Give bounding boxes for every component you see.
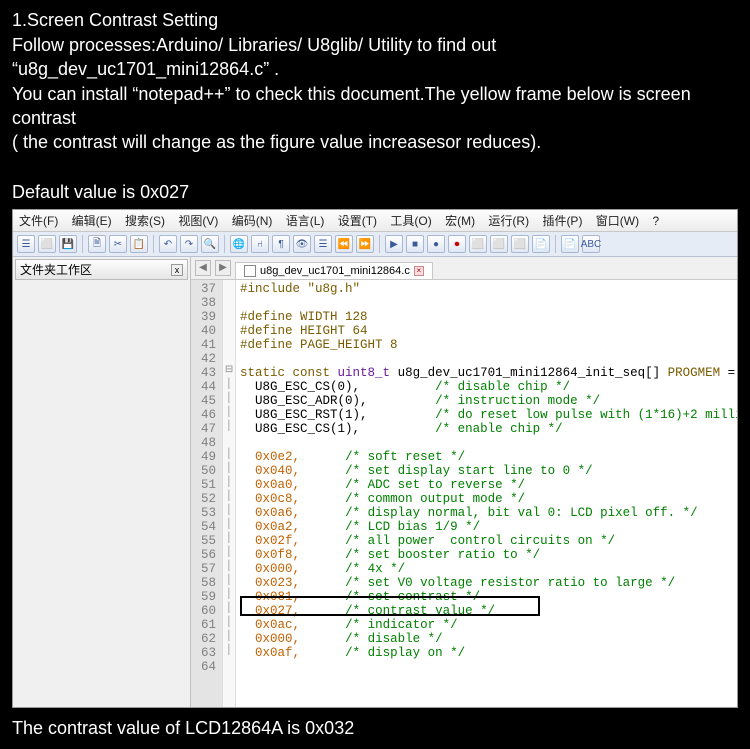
menu-search[interactable]: 搜索(S) xyxy=(125,214,165,228)
notepadpp-window: 文件(F) 编辑(E) 搜索(S) 视图(V) 编码(N) 语言(L) 设置(T… xyxy=(12,209,738,708)
tab-filename: u8g_dev_uc1701_mini12864.c xyxy=(260,265,410,277)
toolbar-button[interactable]: ☰ xyxy=(314,235,332,253)
section-title: 1.Screen Contrast Setting xyxy=(12,10,738,31)
toolbar-button[interactable]: 🌐 xyxy=(230,235,248,253)
toolbar-button[interactable]: 📄 xyxy=(532,235,550,253)
menu-run[interactable]: 运行(R) xyxy=(488,214,529,228)
toolbar-button[interactable]: ⬜ xyxy=(38,235,56,253)
intro-text: 1.Screen Contrast Setting Follow process… xyxy=(0,0,750,154)
menu-lang[interactable]: 语言(L) xyxy=(286,214,325,228)
menu-macro[interactable]: 宏(M) xyxy=(445,214,475,228)
toolbar-button[interactable]: ● xyxy=(427,235,445,253)
toolbar-button[interactable]: ⏺ xyxy=(448,235,466,253)
toolbar-button[interactable]: ↶ xyxy=(159,235,177,253)
editor-main: ◀ ▶ u8g_dev_uc1701_mini12864.c × 37 38 3… xyxy=(191,257,737,707)
menu-settings[interactable]: 设置(T) xyxy=(338,214,377,228)
folder-workspace-panel: 文件夹工作区 x xyxy=(13,257,191,707)
menu-view[interactable]: 视图(V) xyxy=(178,214,218,228)
file-icon xyxy=(244,265,256,277)
menu-encoding[interactable]: 编码(N) xyxy=(232,214,273,228)
tab-nav-back[interactable]: ◀ xyxy=(195,260,211,276)
toolbar-button[interactable]: 🗎 xyxy=(88,235,106,253)
toolbar-button[interactable]: ■ xyxy=(406,235,424,253)
toolbar-button[interactable]: ⏩ xyxy=(356,235,374,253)
footer-note: The contrast value of LCD12864A is 0x032 xyxy=(0,708,750,749)
intro-line3: ( the contrast will change as the figure… xyxy=(12,130,738,154)
tab-close-icon[interactable]: × xyxy=(414,266,424,276)
toolbar-button[interactable]: 💾 xyxy=(59,235,77,253)
menu-edit[interactable]: 编辑(E) xyxy=(72,214,112,228)
intro-line2: You can install “notepad++” to check thi… xyxy=(12,82,738,131)
sidepanel-close-button[interactable]: x xyxy=(171,264,183,276)
toolbar-button[interactable]: ¶ xyxy=(272,235,290,253)
toolbar-button[interactable]: ↷ xyxy=(180,235,198,253)
toolbar-button[interactable]: ⑁ xyxy=(251,235,269,253)
menu-tools[interactable]: 工具(O) xyxy=(390,214,431,228)
tab-nav-forward[interactable]: ▶ xyxy=(215,260,231,276)
sidepanel-title: 文件夹工作区 xyxy=(20,261,92,278)
toolbar: ☰⬜💾🗎✂📋↶↷🔍🌐⑁¶👁☰⏪⏩▶■●⏺⬜⬜⬜📄📄ABC xyxy=(13,232,737,257)
menu-plugin[interactable]: 插件(P) xyxy=(542,214,582,228)
toolbar-button[interactable]: ✂ xyxy=(109,235,127,253)
toolbar-button[interactable]: 📋 xyxy=(130,235,148,253)
toolbar-button[interactable]: 🔍 xyxy=(201,235,219,253)
intro-line1: Follow processes:Arduino/ Libraries/ U8g… xyxy=(12,33,738,82)
code-area[interactable]: 37 38 39 40 41 42 43 44 45 46 47 48 49 5… xyxy=(191,280,737,707)
toolbar-button[interactable]: ⏪ xyxy=(335,235,353,253)
code-text[interactable]: #include "u8g.h" #define WIDTH 128#defin… xyxy=(236,280,737,707)
toolbar-button[interactable]: ⬜ xyxy=(469,235,487,253)
menubar[interactable]: 文件(F) 编辑(E) 搜索(S) 视图(V) 编码(N) 语言(L) 设置(T… xyxy=(13,210,737,232)
toolbar-button[interactable]: ▶ xyxy=(385,235,403,253)
toolbar-button[interactable]: 👁 xyxy=(293,235,311,253)
toolbar-button[interactable]: ABC xyxy=(582,235,600,253)
toolbar-button[interactable]: ⬜ xyxy=(511,235,529,253)
menu-help[interactable]: ? xyxy=(652,214,659,228)
default-value-note: Default value is 0x027 xyxy=(0,154,750,209)
toolbar-button[interactable]: ☰ xyxy=(17,235,35,253)
fold-column[interactable]: ⊟ │ │ │ │ │ │ │ │ │ │ │ │ │ │ │ │ │ │ │ xyxy=(222,280,236,707)
tab-bar: ◀ ▶ u8g_dev_uc1701_mini12864.c × xyxy=(191,257,737,280)
toolbar-button[interactable]: 📄 xyxy=(561,235,579,253)
file-tab[interactable]: u8g_dev_uc1701_mini12864.c × xyxy=(235,262,433,279)
menu-window[interactable]: 窗口(W) xyxy=(596,214,639,228)
menu-file[interactable]: 文件(F) xyxy=(19,214,58,228)
line-number-gutter: 37 38 39 40 41 42 43 44 45 46 47 48 49 5… xyxy=(191,280,222,707)
toolbar-button[interactable]: ⬜ xyxy=(490,235,508,253)
